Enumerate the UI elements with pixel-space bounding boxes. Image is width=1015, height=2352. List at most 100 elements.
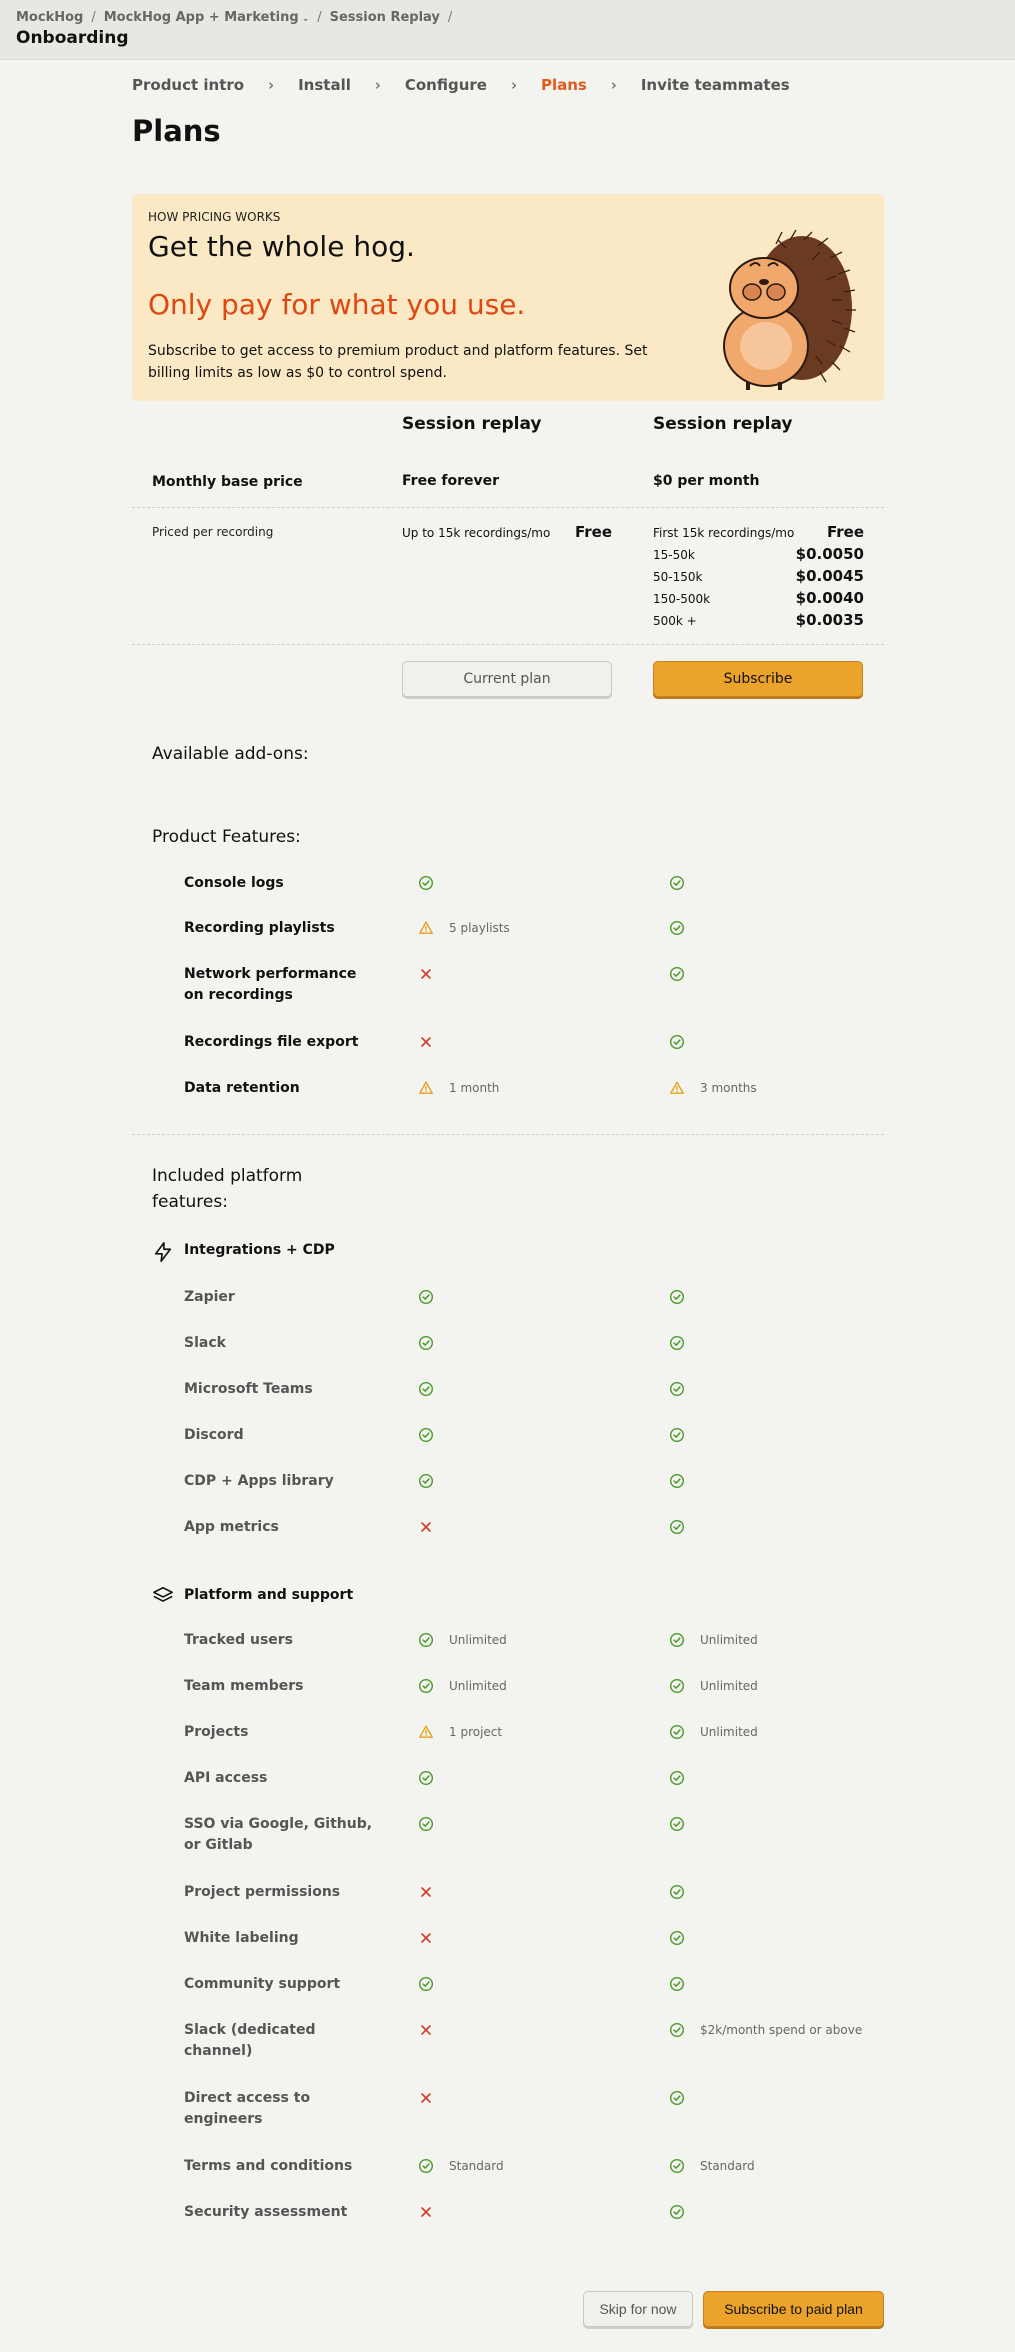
- feature-name: Project permissions: [184, 1884, 341, 1900]
- check-circle-icon: [669, 2204, 685, 2220]
- available-addons-heading: Available add-ons:: [152, 744, 309, 764]
- divider: [132, 644, 884, 645]
- chevron-right-icon: ›: [610, 76, 617, 94]
- plan-paid-base-price: $0 per month: [653, 473, 760, 489]
- check-circle-icon: [418, 1289, 434, 1305]
- plan-paid-name: Session replay: [653, 414, 793, 434]
- warning-icon: [418, 1724, 434, 1740]
- check-circle-icon: [418, 1473, 434, 1489]
- tier-amount: $0.0050: [795, 545, 864, 563]
- feature-name: Network performance on recordings: [184, 966, 357, 1003]
- current-plan-button[interactable]: Current plan: [402, 661, 612, 697]
- divider: [132, 1134, 884, 1135]
- onboarding-steps: Product intro › Install › Configure › Pl…: [132, 76, 790, 94]
- chevron-down-icon: ⌄: [301, 14, 310, 24]
- paid-pricing-tier: First 15k recordings/mo Free: [653, 523, 864, 541]
- free-plan-note: 1 month: [449, 1081, 500, 1095]
- free-plan-note: Unlimited: [449, 1633, 507, 1647]
- free-plan-note: 1 project: [449, 1725, 503, 1739]
- check-circle-icon: [669, 1034, 685, 1050]
- breadcrumb-separator: /: [447, 10, 453, 25]
- tier-range: 500k +: [653, 614, 697, 628]
- tier-range: 150-500k: [653, 592, 711, 606]
- feature-name: CDP + Apps library: [184, 1473, 334, 1489]
- page-title: Plans: [132, 114, 221, 148]
- check-circle-icon: [669, 1724, 685, 1740]
- check-circle-icon: [418, 1678, 434, 1694]
- check-circle-icon: [669, 1632, 685, 1648]
- included-platform-heading: Included platform features:: [152, 1166, 303, 1212]
- hero-kicker: HOW PRICING WORKS: [148, 210, 281, 224]
- tier-amount: $0.0035: [795, 611, 864, 629]
- feature-name: SSO via Google, Github, or Gitlab: [184, 1816, 373, 1853]
- feature-name: API access: [184, 1770, 268, 1786]
- product-features-heading: Product Features:: [152, 827, 301, 847]
- layers-icon: [153, 1586, 173, 1602]
- divider: [132, 507, 884, 508]
- priced-per-recording-label: Priced per recording: [152, 525, 274, 539]
- cross-icon: [418, 1519, 434, 1535]
- cross-icon: [418, 1930, 434, 1946]
- step-install[interactable]: Install: [298, 76, 351, 94]
- check-circle-icon: [669, 2022, 685, 2038]
- check-circle-icon: [669, 1289, 685, 1305]
- breadcrumb-org[interactable]: MockHog: [16, 10, 83, 25]
- check-circle-icon: [418, 1816, 434, 1832]
- check-circle-icon: [418, 1976, 434, 1992]
- step-configure[interactable]: Configure: [405, 76, 487, 94]
- check-circle-icon: [669, 920, 685, 936]
- cross-icon: [418, 2022, 434, 2038]
- check-circle-icon: [669, 1381, 685, 1397]
- tier-range: First 15k recordings/mo: [653, 526, 795, 540]
- breadcrumb-section[interactable]: Session Replay: [330, 10, 440, 25]
- feature-name: Zapier: [184, 1289, 235, 1305]
- chevron-right-icon: ›: [268, 76, 275, 94]
- feature-name: Console logs: [184, 875, 284, 891]
- hero-headline: Get the whole hog.: [148, 230, 415, 263]
- paid-plan-note: Unlimited: [700, 1679, 758, 1693]
- step-plans[interactable]: Plans: [541, 76, 587, 94]
- check-circle-icon: [669, 1770, 685, 1786]
- feature-name: Data retention: [184, 1080, 300, 1096]
- check-circle-icon: [669, 2158, 685, 2174]
- subscribe-button[interactable]: Subscribe: [653, 661, 863, 697]
- lightning-icon: [154, 1242, 172, 1262]
- check-circle-icon: [418, 2158, 434, 2174]
- subscribe-paid-plan-button[interactable]: Subscribe to paid plan: [703, 2291, 884, 2327]
- check-circle-icon: [669, 1519, 685, 1535]
- chevron-right-icon: ›: [374, 76, 381, 94]
- breadcrumb: MockHog / MockHog App + Marketing ⌄ / Ses…: [16, 10, 452, 25]
- breadcrumb-project[interactable]: MockHog App + Marketing ⌄: [104, 10, 310, 25]
- check-circle-icon: [669, 875, 685, 891]
- paid-plan-note: Standard: [700, 2159, 755, 2173]
- warning-icon: [418, 1080, 434, 1096]
- check-circle-icon: [669, 1335, 685, 1351]
- hero-subheadline: Only pay for what you use.: [148, 288, 526, 321]
- feature-name: Direct access to engineers: [184, 2090, 311, 2127]
- feature-name: Terms and conditions: [184, 2158, 353, 2174]
- check-circle-icon: [669, 1816, 685, 1832]
- check-circle-icon: [418, 875, 434, 891]
- cross-icon: [418, 1034, 434, 1050]
- skip-button[interactable]: Skip for now: [583, 2291, 693, 2327]
- cross-icon: [418, 1884, 434, 1900]
- free-plan-note: 5 playlists: [449, 921, 510, 935]
- feature-name: Projects: [184, 1724, 249, 1740]
- hero-description: Subscribe to get access to premium produ…: [148, 343, 648, 381]
- free-pricing-desc: Up to 15k recordings/mo: [402, 526, 551, 540]
- cross-icon: [418, 2204, 434, 2220]
- paid-plan-note: $2k/month spend or above: [700, 2023, 863, 2037]
- paid-plan-note: Unlimited: [700, 1725, 758, 1739]
- step-invite-teammates[interactable]: Invite teammates: [641, 76, 790, 94]
- check-circle-icon: [669, 1678, 685, 1694]
- step-product-intro[interactable]: Product intro: [132, 76, 244, 94]
- feature-name: Recording playlists: [184, 920, 335, 936]
- plan-free-name: Session replay: [402, 414, 542, 434]
- plan-free-base-price: Free forever: [402, 473, 500, 489]
- check-circle-icon: [669, 1884, 685, 1900]
- check-circle-icon: [669, 966, 685, 982]
- breadcrumb-separator: /: [317, 10, 322, 25]
- check-circle-icon: [669, 1427, 685, 1443]
- chevron-right-icon: ›: [510, 76, 517, 94]
- free-pricing-row: Up to 15k recordings/mo Free: [402, 523, 612, 541]
